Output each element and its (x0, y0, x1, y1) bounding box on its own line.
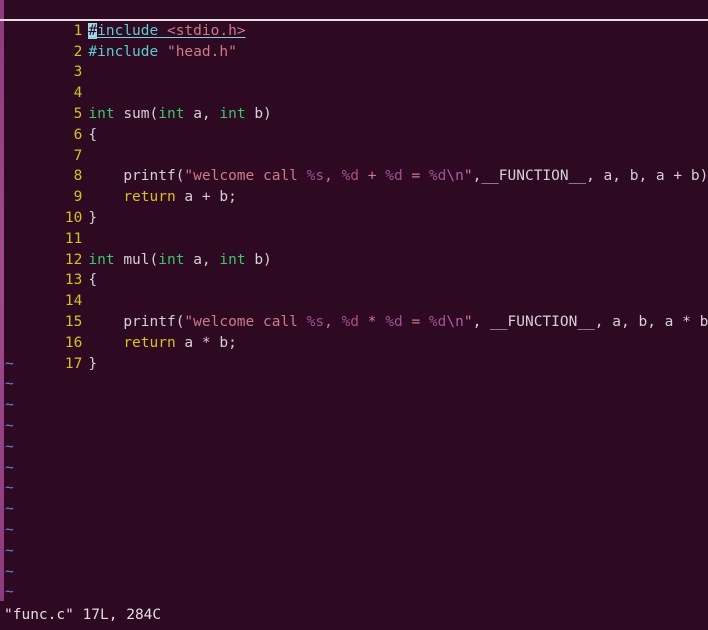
status-line: "func.c" 17L, 284C (0, 601, 708, 630)
editor-buffer[interactable]: 1 #include <stdio.h> 2 #include "head.h" 3… (0, 0, 708, 630)
tilde-marker: ~ (5, 480, 14, 497)
tilde-marker: ~ (5, 397, 14, 414)
tilde-marker: ~ (5, 459, 14, 476)
editor-line[interactable]: 3 (0, 42, 708, 80)
tilde-marker: ~ (5, 542, 14, 559)
editor-line[interactable]: 7 (0, 125, 708, 164)
empty-line-row: ~ (0, 478, 708, 499)
editor-line[interactable]: 10} (0, 187, 708, 226)
editor-line[interactable]: 4 (0, 62, 708, 101)
editor-line[interactable]: 17} (0, 333, 708, 372)
editor-line[interactable]: 2 #include "head.h" (0, 21, 708, 60)
editor-line[interactable]: 11 (0, 208, 708, 247)
editor-line[interactable]: 6{ (0, 104, 708, 143)
empty-line-row: ~ (0, 562, 708, 583)
empty-line-row: ~ (0, 520, 708, 541)
tilde-marker: ~ (5, 584, 14, 601)
terminal-window: 1 #include <stdio.h> 2 #include "head.h" 3… (0, 0, 708, 630)
empty-line-row: ~ (0, 541, 708, 562)
empty-line-row: ~ (0, 437, 708, 458)
editor-line[interactable]: 12 int mul(int a, int b) (0, 229, 708, 268)
tilde-marker: ~ (5, 417, 14, 434)
tilde-marker: ~ (5, 438, 14, 455)
tilde-marker: ~ (5, 376, 14, 393)
editor-line[interactable]: 14 (0, 270, 708, 309)
editor-line[interactable]: 16 return a * b; (0, 312, 708, 351)
tilde-marker: ~ (5, 355, 14, 372)
empty-line-row: ~ (0, 582, 708, 603)
empty-line-row: ~ (0, 395, 708, 416)
empty-line-row: ~ (0, 374, 708, 395)
editor-line[interactable]: 8 printf("welcome call %s, %d + %d = %d\… (0, 146, 708, 184)
empty-line-row: ~ (0, 416, 708, 437)
tilde-marker: ~ (5, 521, 14, 538)
editor-line[interactable]: 13{ (0, 250, 708, 288)
empty-line-row: ~ (0, 458, 708, 479)
editor-line[interactable]: 1 #include <stdio.h> (0, 0, 708, 39)
empty-line-row: ~ (0, 499, 708, 520)
editor-line[interactable]: 9 return a + b; (0, 166, 708, 205)
tilde-marker: ~ (5, 501, 14, 518)
empty-line-row: ~ (0, 354, 708, 375)
editor-line[interactable]: 15 printf("welcome call %s, %d * %d = %d… (0, 291, 708, 330)
editor-line[interactable]: 5 int sum(int a, int b) (0, 83, 708, 122)
tilde-marker: ~ (5, 563, 14, 580)
empty-line-markers: ~~~~~~~~~~~~~~~~ (0, 354, 708, 630)
